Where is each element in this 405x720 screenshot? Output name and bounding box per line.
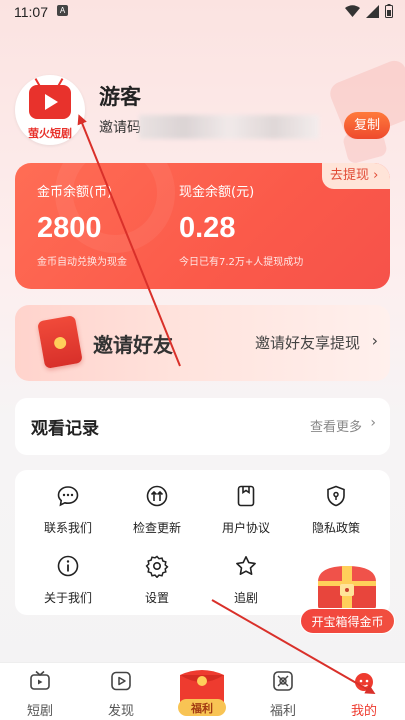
red-packet-icon (37, 315, 83, 369)
play-square-icon (111, 671, 131, 691)
menu-settings[interactable]: 设置 (112, 554, 202, 606)
menu-follow-drama[interactable]: 追剧 (201, 554, 291, 606)
avatar-logo-text: 萤火短剧 (28, 127, 72, 140)
treasure-chest-icon (318, 566, 376, 610)
tab-mine-label: 我的 (350, 704, 377, 719)
wifi-icon (345, 5, 360, 17)
signal-icon (366, 4, 379, 18)
battery-icon (385, 4, 393, 18)
coin-balance-value: 2800 (37, 212, 102, 244)
watch-history-title: 观看记录 (31, 419, 99, 439)
tab-welfare-badge: 福利 (191, 702, 213, 715)
menu-user-agreement[interactable]: 用户协议 (201, 484, 291, 536)
cash-balance-note: 今日已有7.2万+人提现成功 (179, 257, 304, 268)
invite-subtitle: 邀请好友享提现 (254, 334, 360, 352)
status-icons (345, 4, 393, 18)
status-time: 11:07 (14, 4, 48, 20)
chevron-right-icon: › (373, 168, 379, 183)
menu-about-us[interactable]: 关于我们 (23, 554, 113, 606)
cash-balance-label: 现金余额(元) (179, 185, 255, 200)
profile-header: 萤火短剧 游客 邀请码 复制 (15, 75, 390, 147)
withdraw-label: 去提现 (330, 168, 370, 183)
upload-circle-icon (146, 485, 168, 507)
menu-settings-label: 设置 (144, 591, 169, 605)
profile-face-icon (355, 673, 373, 691)
menu-check-update-label: 检查更新 (132, 521, 181, 535)
gift-box-icon (273, 671, 293, 691)
chevron-right-icon: › (371, 331, 378, 350)
watch-history-card[interactable]: 观看记录 查看更多 › (15, 398, 390, 455)
tab-shorts[interactable]: 短剧 (10, 669, 70, 719)
bottom-tab-bar: 短剧 发现 福利 福利 我的 (0, 662, 405, 720)
invite-title: 邀请好友 (93, 333, 173, 357)
menu-contact-us-label: 联系我们 (43, 521, 92, 535)
cash-balance[interactable]: 现金余额(元) 0.28 今日已有7.2万+人提现成功 (179, 181, 303, 268)
menu-contact-us[interactable]: 联系我们 (23, 484, 113, 536)
tv-play-icon (29, 85, 71, 119)
menu-privacy-policy-label: 隐私政策 (311, 521, 360, 535)
invite-code-label: 邀请码 (99, 120, 141, 136)
chat-icon (57, 486, 79, 507)
document-icon (237, 485, 255, 507)
avatar[interactable]: 萤火短剧 (15, 75, 85, 145)
view-more-link[interactable]: 查看更多 (310, 416, 362, 435)
menu-user-agreement-label: 用户协议 (221, 521, 270, 535)
menu-follow-drama-label: 追剧 (233, 591, 258, 605)
notification-icon: A (57, 5, 68, 16)
withdraw-button[interactable]: 去提现 › (322, 163, 390, 189)
tv-icon (30, 670, 50, 690)
tab-welfare[interactable]: 福利 (253, 669, 313, 719)
chevron-right-icon: › (370, 415, 376, 431)
gear-icon (145, 555, 169, 579)
treasure-chest-label: 开宝箱得金币 (300, 608, 395, 634)
tab-mine[interactable]: 我的 (334, 669, 394, 719)
menu-privacy-policy[interactable]: 隐私政策 (291, 484, 381, 536)
treasure-chest-widget[interactable]: 开宝箱得金币 (300, 560, 395, 636)
menu-about-us-label: 关于我们 (43, 591, 92, 605)
invite-code-redacted (139, 115, 319, 139)
coin-balance-note: 金币自动兑换为现金 (37, 257, 127, 268)
wallet-card: 去提现 › 金币余额(币) 2800 金币自动兑换为现金 现金余额(元) 0.2… (15, 163, 390, 289)
tab-welfare-featured[interactable]: 福利 (172, 665, 232, 717)
info-icon (57, 555, 79, 577)
tab-discover-label: 发现 (107, 704, 134, 719)
nickname: 游客 (99, 85, 141, 109)
status-bar: 11:07 A (0, 0, 405, 24)
menu-check-update[interactable]: 检查更新 (112, 484, 202, 536)
coin-balance-label: 金币余额(币) (37, 185, 113, 200)
copy-button[interactable]: 复制 (344, 112, 390, 139)
cash-balance-value: 0.28 (179, 212, 236, 244)
tab-welfare-label: 福利 (269, 704, 296, 719)
coin-balance[interactable]: 金币余额(币) 2800 金币自动兑换为现金 (37, 181, 127, 268)
invite-friends-card[interactable]: 邀请好友 邀请好友享提现 › (15, 305, 390, 381)
tab-discover[interactable]: 发现 (91, 669, 151, 719)
star-icon (236, 556, 256, 575)
tab-shorts-label: 短剧 (26, 704, 53, 719)
shield-icon (327, 485, 345, 507)
